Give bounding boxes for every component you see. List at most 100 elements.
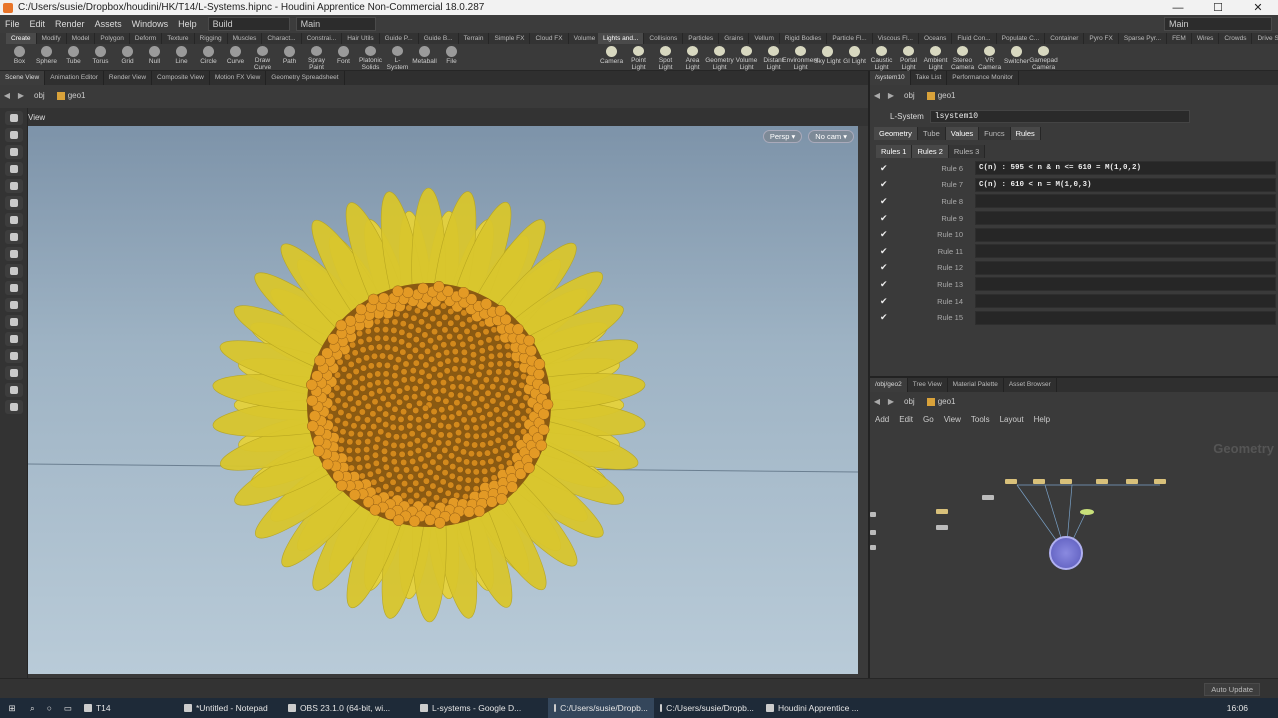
network-editor[interactable]: Geometry [870,429,1278,678]
tool-gi-light[interactable]: GI Light [841,44,868,71]
network-node[interactable] [936,525,948,530]
lsystem-node-selected[interactable] [1049,536,1083,570]
tab-asset-browser[interactable]: Asset Browser [1004,378,1057,392]
forward-arrow-icon[interactable]: ▶ [884,397,898,406]
shelf-tab-simple-fx[interactable]: Simple FX [489,33,531,44]
context-dropdown[interactable]: Main [295,17,376,31]
shelf-tab-volume[interactable]: Volume [568,33,602,44]
network-node[interactable] [1005,479,1017,484]
network-node[interactable] [1154,479,1166,484]
lock-tool-icon[interactable] [5,383,23,397]
clock[interactable]: 16:06 [1221,698,1278,718]
shelf-tab-pyro-fx[interactable]: Pyro FX [1084,33,1119,44]
node-name-field[interactable]: lsystem10 [929,109,1190,123]
grab-tool-icon[interactable] [5,332,23,346]
tool-area-light[interactable]: Area Light [679,44,706,71]
tool-draw-curve[interactable]: Draw Curve [249,44,276,71]
rule-enabled-checkbox[interactable]: ✔ [880,246,889,256]
shelf-tab-create[interactable]: Create [6,33,37,44]
network-menu-help[interactable]: Help [1029,415,1055,424]
shelf-tab-viscous-fl[interactable]: Viscous Fl... [872,33,919,44]
menu-file[interactable]: File [0,19,25,29]
shelf-tab-vellum[interactable]: Vellum [749,33,780,44]
param-tab-rules[interactable]: Rules [1010,127,1041,140]
tool-geometry-light[interactable]: Geometry Light [705,44,734,71]
network-node[interactable] [1126,479,1138,484]
taskbar-item-houdini2[interactable]: C:/Users/susie/Dropb... [654,698,760,718]
minimize-button[interactable]: — [1158,2,1198,14]
taskbar-item-notepad[interactable]: *Untitled - Notepad [178,698,282,718]
shelf-tab-model[interactable]: Model [66,33,96,44]
tool-grid[interactable]: Grid [114,44,141,71]
network-menu-layout[interactable]: Layout [995,415,1029,424]
tool-camera[interactable]: Camera [598,44,625,71]
menu-render[interactable]: Render [50,19,90,29]
shelf-tab-container[interactable]: Container [1045,33,1085,44]
rule-enabled-checkbox[interactable]: ✔ [880,230,889,239]
tool-path[interactable]: Path [276,44,303,71]
rule-enabled-checkbox[interactable]: ✔ [880,263,889,272]
task-view-icon[interactable]: ▭ [58,698,78,718]
no-cam-menu[interactable]: No cam ▾ [808,130,854,143]
tab-performance-monitor[interactable]: Performance Monitor [947,71,1019,85]
rule-value-field[interactable] [975,310,1276,325]
tool-file[interactable]: File [438,44,465,71]
rule-value-field[interactable]: C(n) : 610 < n = M(1,0,3) [975,177,1276,192]
tab-composite-view[interactable]: Composite View [152,71,210,85]
tab-motion-fx-view[interactable]: Motion FX View [210,71,267,85]
shelf-tab-lights-and[interactable]: Lights and... [598,33,645,44]
tab-scene-view[interactable]: Scene View [0,71,46,85]
network-menu-add[interactable]: Add [870,415,894,424]
taskbar-item-houdini3[interactable]: Houdini Apprentice ... [760,698,870,718]
tool-ambient-light[interactable]: Ambient Light [922,44,949,71]
rule-value-field[interactable] [975,260,1276,275]
shelf-tab-modify[interactable]: Modify [36,33,67,44]
brush-tool-icon[interactable] [5,213,23,227]
shelf-tab-fluid-con[interactable]: Fluid Con... [952,33,997,44]
network-node[interactable] [982,495,994,500]
taskbar-item-obs[interactable]: OBS 23.1.0 (64-bit, wi... [282,698,414,718]
tool-l-system[interactable]: L-System [384,44,411,71]
shelf-tab-cloud-fx[interactable]: Cloud FX [530,33,569,44]
rule-enabled-checkbox[interactable]: ✔ [880,180,889,189]
menu-help[interactable]: Help [173,19,202,29]
rule-enabled-checkbox[interactable]: ✔ [880,296,889,306]
pose-tool-icon[interactable] [5,128,23,142]
tab-take-list[interactable]: Take List [911,71,948,85]
shelf-tab-wires[interactable]: Wires [1191,33,1220,44]
tool-box[interactable]: Box [6,44,33,71]
search-icon[interactable]: ⌕ [24,698,41,718]
magnet-tool-icon[interactable] [5,247,23,261]
tool-switcher[interactable]: Switcher [1003,44,1030,71]
rules-subtab-rules-2[interactable]: Rules 2 [912,145,949,158]
shelf-tab-fem[interactable]: FEM [1167,33,1192,44]
network-node[interactable] [870,530,876,535]
tool-platonic-solids[interactable]: Platonic Solids [357,44,384,71]
shelf-tab-hair-utils[interactable]: Hair Utils [342,33,380,44]
shelf-tab-terrain[interactable]: Terrain [458,33,490,44]
path-geo1[interactable]: geo1 [921,397,962,406]
shelf-tab-crowds[interactable]: Crowds [1219,33,1253,44]
shelf-tab-constrai[interactable]: Constrai... [301,33,343,44]
light-tool-icon[interactable] [5,281,23,295]
persp-camera-menu[interactable]: Persp ▾ [762,130,803,143]
shelf-tab-particles[interactable]: Particles [683,33,720,44]
network-menu-edit[interactable]: Edit [894,415,918,424]
tab-geometry-spreadsheet[interactable]: Geometry Spreadsheet [266,71,345,85]
shelf-tab-oceans[interactable]: Oceans [918,33,953,44]
rule-value-field[interactable] [975,277,1276,292]
rules-subtab-rules-1[interactable]: Rules 1 [876,145,913,158]
network-menu-go[interactable]: Go [918,415,939,424]
network-node[interactable] [1080,509,1094,515]
auto-update-button[interactable]: Auto Update [1204,683,1260,696]
network-node[interactable] [870,512,876,517]
shelf-tab-particle-fl[interactable]: Particle Fl... [827,33,873,44]
scale-tool-icon[interactable] [5,179,23,193]
shelf-tab-rigging[interactable]: Rigging [194,33,228,44]
shelf-tab-polygon[interactable]: Polygon [95,33,130,44]
tool-stereo-camera[interactable]: Stereo Camera [949,44,976,71]
close-button[interactable]: ✕ [1238,1,1278,14]
tab-animation-editor[interactable]: Animation Editor [45,71,104,85]
eye-tool-icon[interactable] [5,400,23,414]
rule-enabled-checkbox[interactable]: ✔ [880,196,889,206]
